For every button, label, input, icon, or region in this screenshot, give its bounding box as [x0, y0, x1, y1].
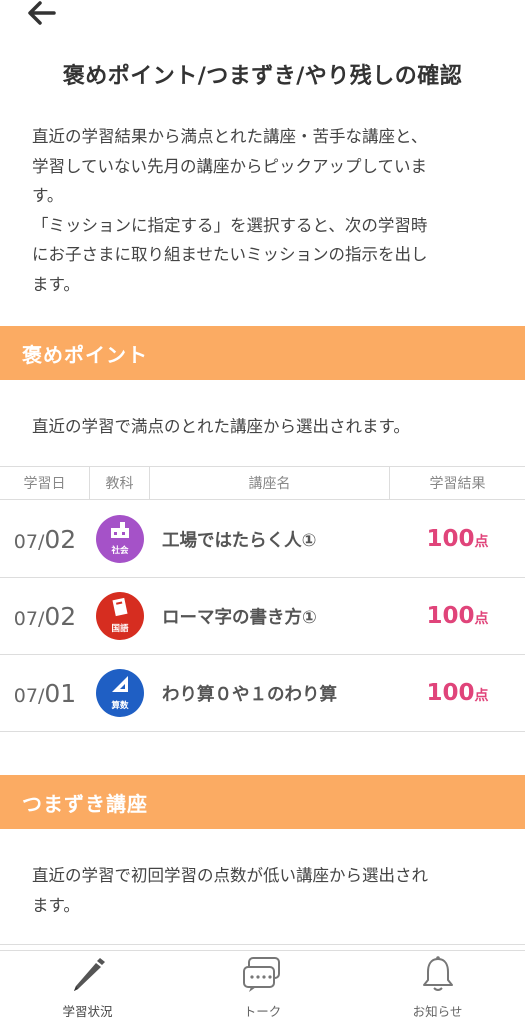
stumble-description-line: ます。 — [32, 895, 80, 915]
score-unit: 点 — [474, 688, 489, 704]
lesson-name: わり算０や１のわり算 — [162, 684, 337, 705]
stumble-section-header: つまずき講座 — [0, 775, 525, 829]
intro-line: 学習していない先月の講座からピックアップしていま — [32, 156, 428, 176]
subject-badge: 国語 — [96, 592, 144, 640]
tab-study-status[interactable]: 学習状況 — [0, 951, 175, 1024]
table-row[interactable]: 07/02 国語 ローマ字の書き方① 100点 — [0, 578, 525, 655]
praise-description: 直近の学習で満点のとれた講座から選出されます。 — [32, 417, 410, 436]
table-row[interactable]: 07/02 社会 工場ではたらく人① 100点 — [0, 501, 525, 578]
intro-line: ます。 — [32, 274, 80, 294]
score-value: 100 — [426, 603, 475, 629]
arrow-left-icon — [26, 0, 56, 30]
pencil-icon — [68, 955, 108, 997]
study-result: 100点 — [390, 603, 525, 629]
bottom-tab-bar: 学習状況 トーク お知らせ — [0, 950, 525, 1024]
tab-talk[interactable]: トーク — [175, 951, 350, 1024]
study-date: 07/02 — [0, 525, 90, 554]
triangle-ruler-icon — [109, 675, 131, 698]
score-unit: 点 — [474, 534, 489, 550]
column-header-subject: 教科 — [90, 467, 150, 499]
factory-icon — [109, 521, 131, 543]
tab-label: トーク — [243, 1004, 282, 1019]
intro-description: 直近の学習結果から満点とれた講座・苦手な講座と、 学習していない先月の講座からピ… — [32, 122, 497, 299]
column-header-lesson: 講座名 — [150, 467, 390, 499]
intro-line: 「ミッションに指定する」を選択すると、次の学習時 — [32, 215, 428, 235]
subject-badge: 算数 — [96, 669, 144, 717]
chat-icon — [241, 955, 285, 997]
lesson-name: 工場ではたらく人① — [162, 530, 317, 551]
praise-section-header: 褒めポイント — [0, 326, 525, 380]
stumble-description: 直近の学習で初回学習の点数が低い講座から選出され ます。 — [32, 861, 497, 920]
bell-icon — [418, 955, 458, 997]
date-month: 07 — [13, 607, 38, 630]
date-month: 07 — [13, 684, 38, 707]
score-unit: 点 — [474, 611, 489, 627]
study-date: 07/02 — [0, 602, 90, 631]
subject-badge: 社会 — [96, 515, 144, 563]
date-day: 01 — [44, 678, 77, 708]
intro-line: 直近の学習結果から満点とれた講座・苦手な講座と、 — [32, 127, 428, 146]
table-row[interactable]: 07/01 算数 わり算０や１のわり算 100点 — [0, 655, 525, 732]
stumble-description-line: 直近の学習で初回学習の点数が低い講座から選出され — [32, 866, 428, 885]
stumble-heading: つまずき講座 — [22, 791, 148, 816]
praise-heading: 褒めポイント — [22, 342, 148, 367]
column-header-result: 学習結果 — [429, 476, 486, 492]
subject-label: 算数 — [111, 700, 129, 711]
study-result: 100点 — [390, 680, 525, 706]
score-value: 100 — [426, 526, 475, 552]
intro-line: にお子さまに取り組ませたいミッションの指示を出し — [32, 245, 428, 264]
subject-label: 社会 — [111, 545, 129, 556]
study-date: 07/01 — [0, 679, 90, 708]
date-month: 07 — [13, 530, 38, 553]
column-header-date: 学習日 — [0, 467, 90, 499]
study-result: 100点 — [390, 526, 525, 552]
book-icon — [110, 597, 130, 621]
score-value: 100 — [426, 680, 475, 706]
tab-label: お知らせ — [412, 1004, 463, 1019]
lesson-name: ローマ字の書き方① — [162, 607, 317, 628]
back-button[interactable] — [24, 0, 58, 30]
date-day: 02 — [44, 601, 77, 631]
intro-line: す。 — [32, 186, 64, 205]
subject-label: 国語 — [111, 623, 129, 634]
praise-table-header: 学習日 教科 講座名 学習結果 — [0, 466, 525, 500]
tab-label: 学習状況 — [62, 1004, 113, 1019]
page-title: 褒めポイント/つまずき/やり残しの確認 — [62, 64, 463, 89]
tab-notifications[interactable]: お知らせ — [350, 951, 525, 1024]
date-day: 02 — [44, 524, 77, 554]
